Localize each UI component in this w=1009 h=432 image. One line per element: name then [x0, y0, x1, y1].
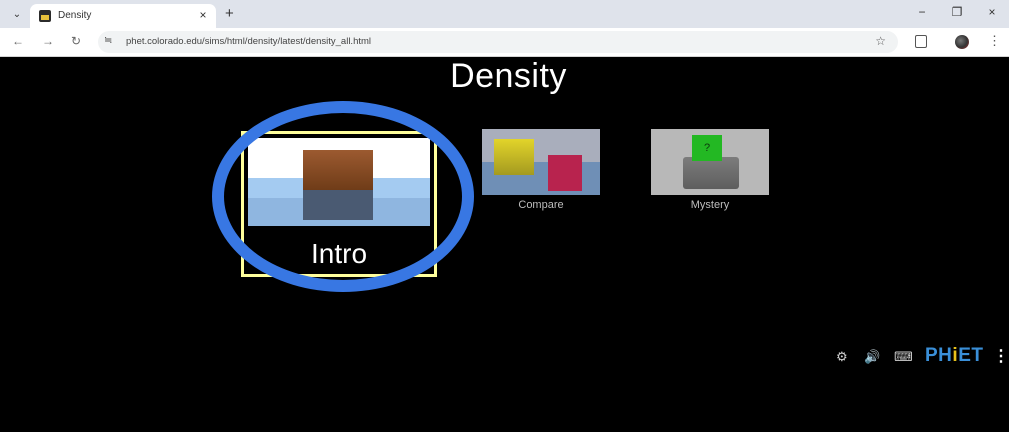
minimize-button[interactable]: − [914, 5, 930, 19]
chevron-down-icon: ⌄ [12, 8, 22, 20]
tab-close-button[interactable]: × [196, 8, 210, 22]
forward-button[interactable]: → [40, 34, 56, 48]
bookmark-star-icon[interactable]: ☆ [875, 34, 886, 48]
phet-logo-p: PH [925, 345, 953, 366]
compare-label: Compare [518, 199, 564, 211]
site-info-icon[interactable]: ≒ [104, 35, 112, 46]
pedestal-icon [683, 157, 739, 189]
keyboard-icon[interactable]: ⌨ [894, 349, 913, 365]
phet-logo-rest: ET [958, 345, 984, 366]
back-button[interactable]: ← [10, 34, 26, 48]
yellow-block-icon [494, 139, 534, 175]
compare-screen-button[interactable] [482, 129, 600, 195]
extensions-icon[interactable] [915, 35, 927, 48]
phet-logo[interactable]: PHiET [925, 345, 983, 367]
phet-favicon-icon [39, 10, 51, 22]
close-window-button[interactable]: × [984, 5, 1000, 19]
mystery-mark: ? [703, 142, 711, 154]
green-mystery-block-icon: ? [692, 135, 722, 161]
address-bar[interactable]: ≒ phet.colorado.edu/sims/html/density/la… [98, 31, 898, 53]
tab-list-button[interactable]: ⌄ [8, 6, 26, 22]
mystery-label: Mystery [690, 199, 730, 211]
browser-menu-button[interactable]: ⋮ [988, 33, 1001, 49]
sound-icon[interactable]: 🔊 [864, 349, 880, 365]
mystery-screen-button[interactable]: ? [651, 129, 769, 195]
tab-title: Density [58, 10, 92, 21]
browser-toolbar: ← → ↻ ≒ phet.colorado.edu/sims/html/dens… [0, 28, 1009, 57]
highlight-ring [212, 101, 474, 292]
profile-avatar[interactable] [955, 35, 969, 49]
sim-home-screen [0, 57, 1009, 432]
new-tab-button[interactable]: + [225, 5, 234, 22]
phet-menu-button[interactable]: ⋮ [993, 346, 1009, 366]
tab-density[interactable]: Density × [30, 4, 216, 28]
url-text[interactable]: phet.colorado.edu/sims/html/density/late… [126, 36, 371, 47]
tab-bar: ⌄ Density × + − ❐ × [0, 0, 1009, 28]
restore-button[interactable]: ❐ [949, 5, 965, 19]
reload-button[interactable]: ↻ [68, 34, 84, 48]
settings-gear-icon[interactable]: ⚙ [836, 349, 848, 365]
sim-title: Density [450, 57, 567, 95]
red-block-icon [548, 155, 582, 191]
